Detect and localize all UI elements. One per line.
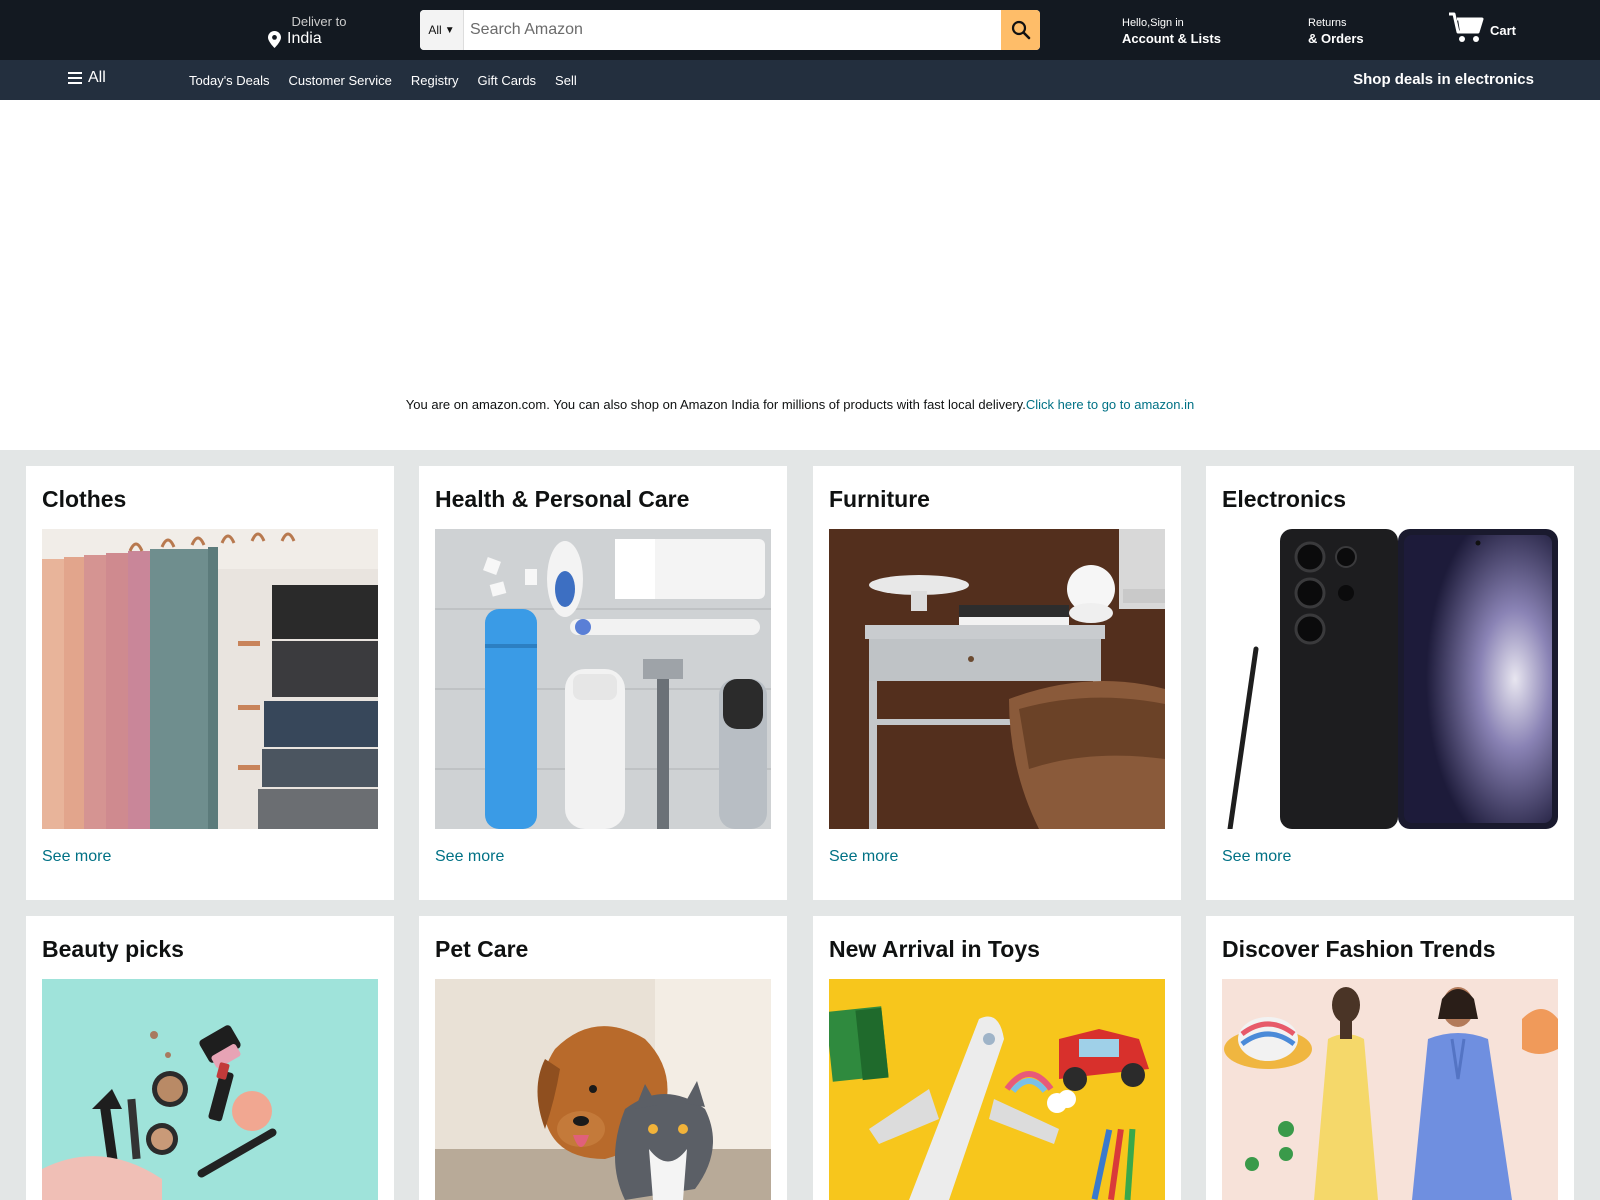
nav-link-gift-cards[interactable]: Gift Cards <box>478 73 537 88</box>
returns-and-orders[interactable]: Returns & Orders <box>1308 17 1364 46</box>
all-menu-button[interactable]: All <box>68 69 106 87</box>
returns-label: Returns <box>1308 17 1347 29</box>
category-card-clothes: Clothes See more <box>26 466 394 900</box>
search-input[interactable] <box>464 10 1001 50</box>
nav-link-registry[interactable]: Registry <box>411 73 459 88</box>
card-image-toys[interactable] <box>829 979 1165 1200</box>
see-more-link[interactable]: See more <box>435 848 504 866</box>
card-image-clothes[interactable] <box>42 529 378 829</box>
amazon-india-notice: You are on amazon.com. You can also shop… <box>0 397 1600 412</box>
card-image-health[interactable] <box>435 529 771 829</box>
nav-links: Today's Deals Customer Service Registry … <box>189 73 577 88</box>
card-image-fashion[interactable] <box>1222 979 1558 1200</box>
category-card-new-arrival-toys: New Arrival in Toys <box>813 916 1181 1200</box>
card-image-pet-care[interactable] <box>435 979 771 1200</box>
nav-bar: All Today's Deals Customer Service Regis… <box>0 60 1600 100</box>
account-and-lists[interactable]: Hello,Sign in Account & Lists <box>1122 17 1221 46</box>
card-title: Discover Fashion Trends <box>1222 936 1496 962</box>
shop-deals-electronics-link[interactable]: Shop deals in electronics <box>1353 71 1534 88</box>
account-label: Account & Lists <box>1122 31 1221 46</box>
card-title: Furniture <box>829 486 930 512</box>
card-image-furniture[interactable] <box>829 529 1165 829</box>
search-bar: All ▼ <box>420 10 1040 50</box>
search-category-dropdown[interactable]: All ▼ <box>420 10 464 50</box>
search-button[interactable] <box>1001 10 1040 50</box>
card-title: Clothes <box>42 486 127 512</box>
category-card-beauty-picks: Beauty picks <box>26 916 394 1200</box>
account-greeting: Hello,Sign in <box>1122 17 1184 29</box>
hamburger-menu-icon <box>68 72 82 84</box>
search-category-label: All <box>428 23 442 37</box>
all-menu-label: All <box>88 69 106 86</box>
category-card-furniture: Furniture See more <box>813 466 1181 900</box>
see-more-link[interactable]: See more <box>1222 848 1291 866</box>
nav-link-customer-service[interactable]: Customer Service <box>289 73 392 88</box>
category-card-health-personal-care: Health & Personal Care See more <box>419 466 787 900</box>
card-image-beauty[interactable] <box>42 979 378 1200</box>
cart-icon <box>1449 12 1484 42</box>
category-card-pet-care: Pet Care <box>419 916 787 1200</box>
cart-label: Cart <box>1490 23 1517 38</box>
card-title: Pet Care <box>435 936 529 962</box>
orders-label: & Orders <box>1308 31 1364 46</box>
card-image-electronics[interactable] <box>1222 529 1558 829</box>
category-card-discover-fashion-trends: Discover Fashion Trends <box>1206 916 1574 1200</box>
card-title: Health & Personal Care <box>435 486 690 512</box>
deliver-to-label: Deliver to <box>291 14 347 29</box>
card-title: Beauty picks <box>42 936 184 962</box>
top-header: Deliver to India All ▼ Hello,Sign in Acc… <box>0 0 1600 60</box>
card-title: Electronics <box>1222 486 1346 512</box>
deliver-to-location[interactable]: Deliver to India <box>268 14 358 48</box>
deliver-location: India <box>287 30 322 47</box>
go-to-amazon-in-link[interactable]: Click here to go to amazon.in <box>1026 397 1194 412</box>
nav-link-sell[interactable]: Sell <box>555 73 577 88</box>
chevron-down-icon: ▼ <box>444 24 455 36</box>
category-card-electronics: Electronics See more <box>1206 466 1574 900</box>
cart-button[interactable]: Cart <box>1448 12 1516 44</box>
see-more-link[interactable]: See more <box>829 848 898 866</box>
card-title: New Arrival in Toys <box>829 936 1040 962</box>
see-more-link[interactable]: See more <box>42 848 111 866</box>
search-icon <box>1011 20 1030 40</box>
location-pin-icon <box>268 30 281 48</box>
notice-text: You are on amazon.com. You can also shop… <box>405 397 1026 412</box>
nav-link-todays-deals[interactable]: Today's Deals <box>189 73 270 88</box>
